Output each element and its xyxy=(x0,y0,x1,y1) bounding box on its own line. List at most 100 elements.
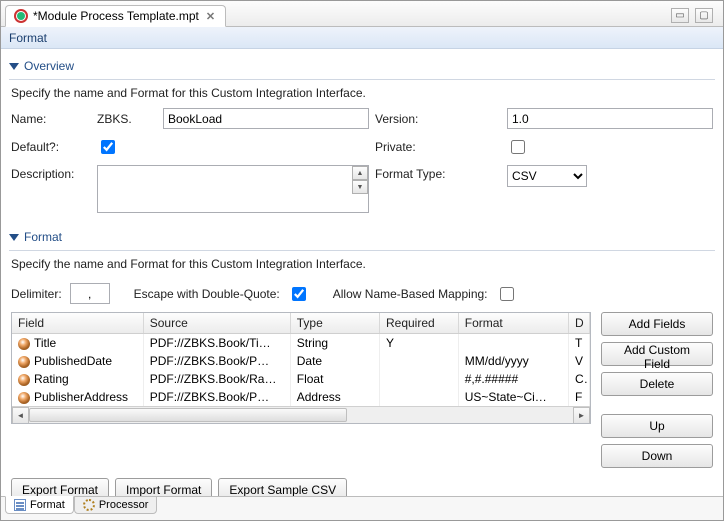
cell-extra: V xyxy=(568,352,589,370)
cell-format xyxy=(458,334,568,353)
escape-label: Escape with Double-Quote: xyxy=(134,287,280,301)
cell-field: PublishedDate xyxy=(34,354,112,368)
overview-section-header[interactable]: Overview xyxy=(9,55,715,77)
editor-tab-title: *Module Process Template.mpt xyxy=(33,9,199,23)
format-description: Specify the name and Format for this Cus… xyxy=(11,257,713,271)
default-label: Default?: xyxy=(11,140,91,154)
table-row[interactable]: Rating PDF://ZBKS.Book/Ra… Float #,#.###… xyxy=(12,370,590,388)
import-format-button[interactable]: Import Format xyxy=(115,478,212,496)
format-section-header[interactable]: Format xyxy=(9,226,715,248)
col-source[interactable]: Source xyxy=(143,313,290,334)
cell-field: Rating xyxy=(34,372,69,386)
tab-processor[interactable]: Processor xyxy=(74,496,158,514)
format-type-select[interactable]: CSV xyxy=(507,165,587,187)
cell-format: MM/dd/yyyy xyxy=(458,352,568,370)
col-extra[interactable]: D xyxy=(568,313,589,334)
cell-format: US~State~Ci… xyxy=(458,388,568,406)
collapse-icon xyxy=(9,63,19,70)
scroll-thumb[interactable] xyxy=(29,408,347,422)
overview-title: Overview xyxy=(24,59,74,73)
delimiter-label: Delimiter: xyxy=(11,287,62,301)
cell-source: PDF://ZBKS.Book/Ti… xyxy=(143,334,290,353)
private-checkbox[interactable] xyxy=(511,140,525,154)
side-button-panel: Add Fields Add Custom Field Delete Up Do… xyxy=(601,312,713,468)
module-icon xyxy=(14,9,28,23)
cell-required xyxy=(379,370,458,388)
editor-window: *Module Process Template.mpt ✕ ▭ ▢ Forma… xyxy=(0,0,724,521)
default-checkbox[interactable] xyxy=(101,140,115,154)
overview-description: Specify the name and Format for this Cus… xyxy=(11,86,713,100)
cell-required: Y xyxy=(379,334,458,353)
cell-source: PDF://ZBKS.Book/P… xyxy=(143,352,290,370)
name-label: Name: xyxy=(11,112,91,126)
page-header: Format xyxy=(1,27,723,49)
window-controls: ▭ ▢ xyxy=(665,5,719,26)
fields-table-container: Field Source Type Required Format D Titl… xyxy=(11,312,591,424)
export-sample-csv-button[interactable]: Export Sample CSV xyxy=(218,478,347,496)
spinner-up-icon[interactable]: ▲ xyxy=(352,166,368,180)
table-header-row: Field Source Type Required Format D xyxy=(12,313,590,334)
table-row[interactable]: Title PDF://ZBKS.Book/Ti… String Y T xyxy=(12,334,590,353)
add-fields-button[interactable]: Add Fields xyxy=(601,312,713,336)
name-prefix: ZBKS. xyxy=(97,112,157,126)
separator xyxy=(9,79,715,80)
document-icon xyxy=(14,499,26,511)
tab-format[interactable]: Format xyxy=(5,496,74,514)
scroll-right-icon[interactable]: ► xyxy=(573,407,590,424)
delete-button[interactable]: Delete xyxy=(601,372,713,396)
cell-type: String xyxy=(290,334,379,353)
field-icon xyxy=(18,392,30,404)
table-row[interactable]: PublishedDate PDF://ZBKS.Book/P… Date MM… xyxy=(12,352,590,370)
export-format-button[interactable]: Export Format xyxy=(11,478,109,496)
close-tab-icon[interactable]: ✕ xyxy=(204,10,217,23)
add-custom-field-button[interactable]: Add Custom Field xyxy=(601,342,713,366)
spinner-down-icon[interactable]: ▼ xyxy=(352,180,368,194)
minimize-button[interactable]: ▭ xyxy=(671,8,689,23)
page-title: Format xyxy=(9,31,47,45)
format-type-label: Format Type: xyxy=(375,165,465,181)
allow-name-checkbox[interactable] xyxy=(500,287,514,301)
down-button[interactable]: Down xyxy=(601,444,713,468)
separator xyxy=(9,250,715,251)
table-row[interactable]: PublisherAddress PDF://ZBKS.Book/P… Addr… xyxy=(12,388,590,406)
export-buttons-row: Export Format Import Format Export Sampl… xyxy=(9,468,715,496)
fields-zone: Field Source Type Required Format D Titl… xyxy=(9,312,715,468)
textarea-spinner: ▲ ▼ xyxy=(352,166,368,194)
description-label: Description: xyxy=(11,165,91,181)
field-icon xyxy=(18,374,30,386)
cell-source: PDF://ZBKS.Book/P… xyxy=(143,388,290,406)
field-icon xyxy=(18,356,30,368)
gear-icon xyxy=(83,499,95,511)
cell-type: Address xyxy=(290,388,379,406)
tab-format-label: Format xyxy=(30,499,65,511)
tab-processor-label: Processor xyxy=(99,499,149,511)
allow-name-label: Allow Name-Based Mapping: xyxy=(333,287,488,301)
cell-extra: T xyxy=(568,334,589,353)
scroll-left-icon[interactable]: ◄ xyxy=(12,407,29,424)
version-input[interactable] xyxy=(507,108,713,129)
col-field[interactable]: Field xyxy=(12,313,143,334)
horizontal-scrollbar[interactable]: ◄ ► xyxy=(12,406,590,423)
fields-table[interactable]: Field Source Type Required Format D Titl… xyxy=(12,313,590,406)
cell-format: #,#.##### xyxy=(458,370,568,388)
cell-extra: C xyxy=(568,370,589,388)
col-required[interactable]: Required xyxy=(379,313,458,334)
collapse-icon xyxy=(9,234,19,241)
col-type[interactable]: Type xyxy=(290,313,379,334)
bottom-tabbar: Format Processor xyxy=(1,496,723,520)
overview-form: Name: ZBKS. Version: Default?: Private: … xyxy=(9,108,715,216)
field-icon xyxy=(18,338,30,350)
cell-field: PublisherAddress xyxy=(34,390,128,404)
col-format[interactable]: Format xyxy=(458,313,568,334)
delimiter-input[interactable] xyxy=(70,283,110,304)
version-label: Version: xyxy=(375,112,465,126)
content-area: Overview Specify the name and Format for… xyxy=(1,49,723,496)
maximize-button[interactable]: ▢ xyxy=(695,8,713,23)
name-input[interactable] xyxy=(163,108,369,129)
cell-source: PDF://ZBKS.Book/Ra… xyxy=(143,370,290,388)
up-button[interactable]: Up xyxy=(601,414,713,438)
description-textarea[interactable] xyxy=(97,165,369,213)
cell-required xyxy=(379,388,458,406)
escape-checkbox[interactable] xyxy=(292,287,306,301)
editor-tab[interactable]: *Module Process Template.mpt ✕ xyxy=(5,5,226,27)
